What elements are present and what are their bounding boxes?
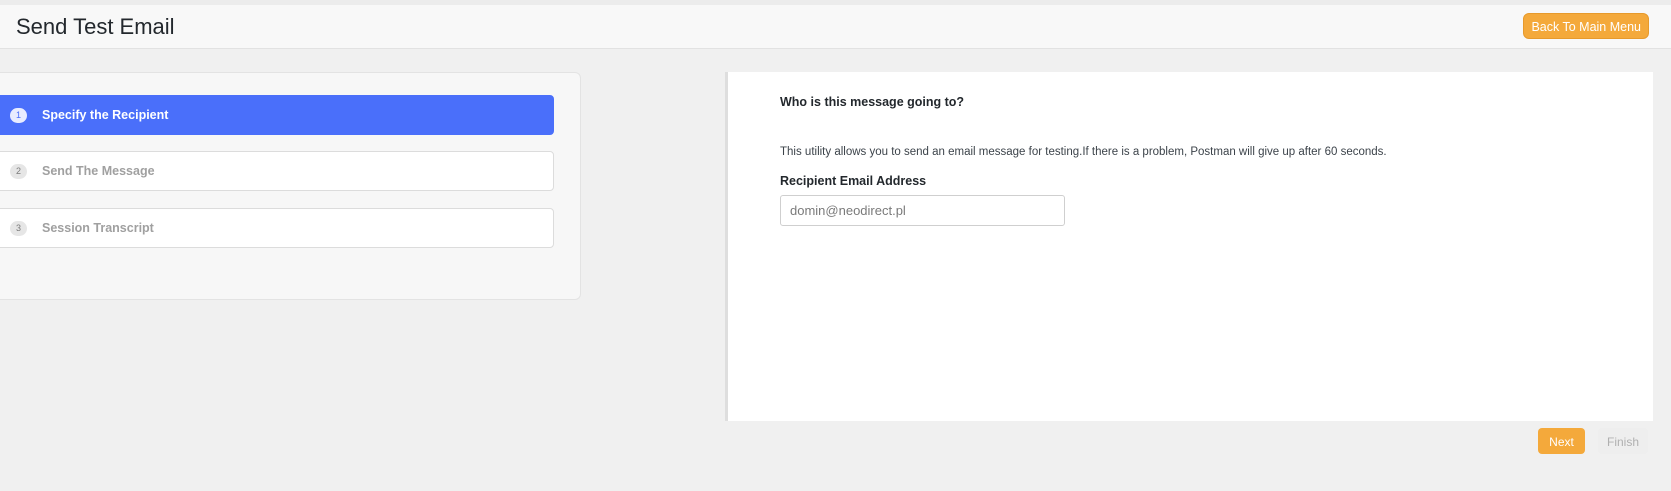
wizard-steps-panel: 1 Specify the Recipient 2 Send The Messa…: [0, 72, 581, 300]
step-send-message[interactable]: 2 Send The Message: [0, 151, 554, 191]
recipient-email-input[interactable]: [780, 195, 1065, 226]
recipient-email-label: Recipient Email Address: [780, 174, 927, 188]
page-header: Send Test Email Back To Main Menu: [0, 5, 1671, 49]
step-number-badge: 2: [10, 164, 27, 179]
step-label: Specify the Recipient: [42, 108, 169, 122]
finish-button[interactable]: Finish: [1598, 428, 1648, 454]
step-label: Session Transcript: [42, 221, 154, 235]
step-session-transcript[interactable]: 3 Session Transcript: [0, 208, 554, 248]
step-number-badge: 1: [10, 108, 27, 123]
back-to-main-menu-button[interactable]: Back To Main Menu: [1523, 13, 1649, 39]
next-button[interactable]: Next: [1538, 428, 1585, 454]
step-label: Send The Message: [42, 164, 155, 178]
step-number-badge: 3: [10, 221, 27, 236]
step-content-panel: Who is this message going to? This utili…: [725, 72, 1653, 421]
utility-description: This utility allows you to send an email…: [780, 146, 1387, 158]
step-question: Who is this message going to?: [780, 95, 965, 109]
step-specify-recipient[interactable]: 1 Specify the Recipient: [0, 95, 554, 135]
page-title: Send Test Email: [16, 14, 175, 39]
